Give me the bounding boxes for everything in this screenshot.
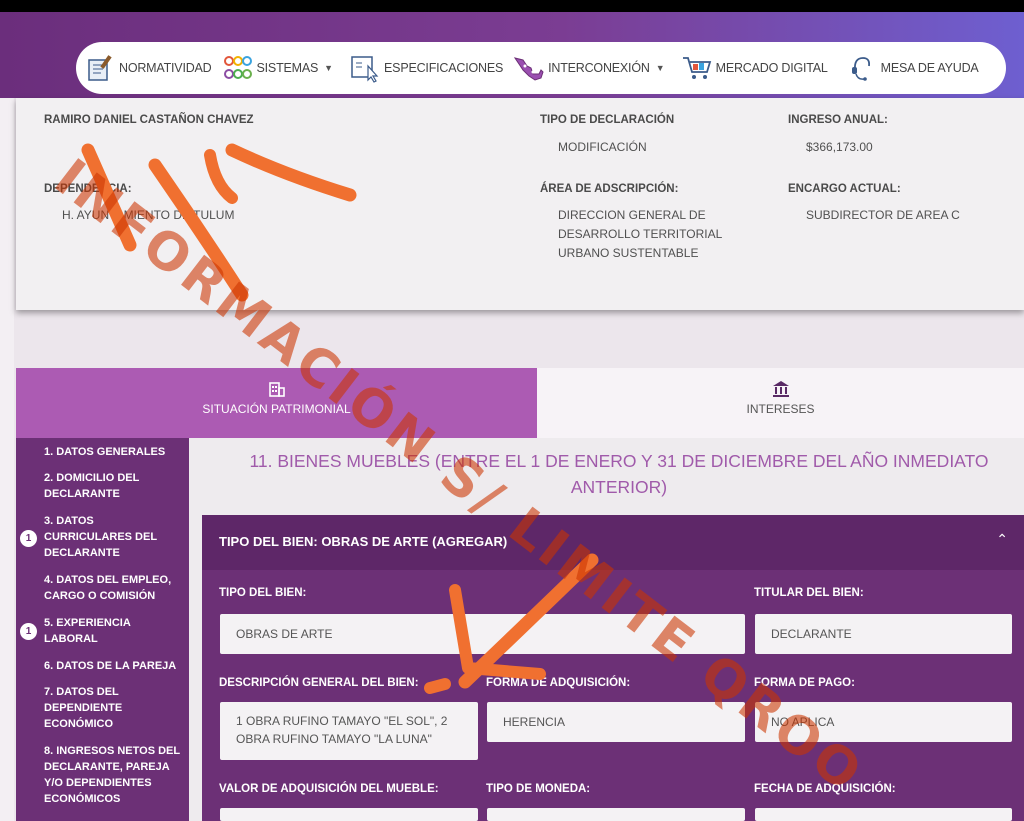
ingreso-anual-label: INGRESO ANUAL: (788, 114, 888, 126)
encargo-actual-label: ENCARGO ACTUAL: (788, 183, 901, 195)
nav-normatividad[interactable]: NORMATIVIDAD (84, 52, 212, 84)
section-title: 11. BIENES MUEBLES (ENTRE EL 1 DE ENERO … (249, 451, 989, 497)
panel-title: TIPO DEL BIEN: OBRAS DE ARTE (AGREGAR) (219, 534, 508, 549)
nav-interconexion[interactable]: INTERCONEXIÓN ▼ (513, 52, 665, 84)
nav-label: INTERCONEXIÓN (548, 61, 650, 75)
sidebar-item-datos-generales[interactable]: 1. DATOS GENERALES (44, 444, 184, 460)
tipo-declaracion-value: MODIFICACIÓN (558, 140, 647, 154)
valor-adquisicion-field[interactable] (220, 808, 478, 821)
mexico-map-icon (513, 57, 544, 81)
descripcion-bien-label: DESCRIPCIÓN GENERAL DEL BIEN: (219, 677, 419, 689)
descripcion-bien-field[interactable]: 1 OBRA RUFINO TAMAYO "EL SOL", 2 OBRA RU… (220, 702, 478, 760)
shopping-cart-icon (682, 57, 711, 79)
area-adscripcion-value: DIRECCION GENERAL DE DESARROLLO TERRITOR… (558, 208, 722, 260)
valor-adquisicion-label: VALOR DE ADQUISICIÓN DEL MUEBLE: (219, 783, 439, 795)
law-book-icon (88, 55, 112, 81)
building-icon (268, 382, 285, 397)
chevron-down-icon: ▼ (655, 63, 665, 73)
document-pointer-icon (351, 56, 379, 83)
tipo-moneda-field[interactable] (487, 808, 745, 821)
encargo-actual-value: SUBDIRECTOR DE AREA C (806, 208, 960, 222)
fecha-adquisicion-field[interactable] (755, 808, 1012, 821)
nav-especificaciones[interactable]: ESPECIFICACIONES (349, 52, 503, 84)
tipo-bien-label: TIPO DEL BIEN: (219, 587, 307, 599)
sidebar-item-domicilio[interactable]: 2. DOMICILIO DEL DECLARANTE (44, 470, 184, 502)
site-header: NORMATIVIDAD SISTEMAS ▼ ESPECIFICACIONES (0, 12, 1024, 98)
sidebar-badge: 1 (20, 623, 37, 640)
declarant-name: RAMIRO DANIEL CASTAÑON CHAVEZ (44, 114, 254, 126)
tab-intereses[interactable]: INTERESES (537, 368, 1024, 438)
top-black-bar (0, 0, 1024, 12)
area-adscripcion-label: ÁREA DE ADSCRIPCIÓN: (540, 183, 679, 195)
nav-label: SISTEMAS (256, 61, 319, 75)
circles-grid-icon (223, 56, 252, 79)
headset-icon (851, 57, 870, 81)
sidebar-item-dependiente-economico[interactable]: 7. DATOS DEL DEPENDIENTE ECONÓMICO (44, 684, 184, 732)
sidebar-item-ingresos-netos[interactable]: 8. INGRESOS NETOS DEL DECLARANTE, PAREJA… (44, 743, 184, 807)
nav-label: ESPECIFICACIONES (384, 61, 504, 75)
left-page-margin (0, 98, 14, 821)
forma-adquisicion-label: FORMA DE ADQUISICIÓN: (486, 677, 631, 689)
titular-bien-field[interactable]: DECLARANTE (755, 614, 1012, 654)
sidebar-item-experiencia-laboral[interactable]: 5. EXPERIENCIA LABORAL (44, 615, 184, 647)
tab-situacion-patrimonial[interactable]: SITUACIÓN PATRIMONIAL (16, 368, 537, 438)
sidebar-item-datos-curriculares[interactable]: 3. DATOS CURRICULARES DEL DECLARANTE (44, 513, 184, 561)
nav-label: NORMATIVIDAD (119, 61, 212, 75)
chevron-down-icon: ▼ (324, 63, 334, 73)
nav-mesa-de-ayuda[interactable]: MESA DE AYUDA (846, 52, 979, 84)
tipo-declaracion-label: TIPO DE DECLARACIÓN (540, 114, 675, 126)
tab-label: INTERESES (746, 402, 815, 416)
nav-label: MESA DE AYUDA (880, 61, 979, 75)
bank-icon (772, 381, 789, 397)
sidebar-item-datos-pareja[interactable]: 6. DATOS DE LA PAREJA (44, 658, 184, 674)
main-navigation: NORMATIVIDAD SISTEMAS ▼ ESPECIFICACIONES (76, 42, 1006, 94)
ingreso-anual-value: $366,173.00 (806, 140, 873, 154)
tipo-moneda-label: TIPO DE MONEDA: (486, 783, 591, 795)
chevron-up-icon[interactable]: ⌃ (996, 531, 1008, 548)
nav-mercado-digital[interactable]: MERCADO DIGITAL (681, 52, 828, 84)
sidebar-badge: 1 (20, 530, 37, 547)
forma-adquisicion-field[interactable]: HERENCIA (487, 702, 745, 742)
nav-label: MERCADO DIGITAL (715, 61, 828, 75)
nav-sistemas[interactable]: SISTEMAS ▼ (222, 52, 334, 84)
sidebar-navigation: 1. DATOS GENERALES 2. DOMICILIO DEL DECL… (16, 438, 189, 821)
sidebar-item-datos-empleo[interactable]: 4. DATOS DEL EMPLEO, CARGO O COMISIÓN (44, 572, 184, 604)
titular-bien-label: TITULAR DEL BIEN: (754, 587, 864, 599)
